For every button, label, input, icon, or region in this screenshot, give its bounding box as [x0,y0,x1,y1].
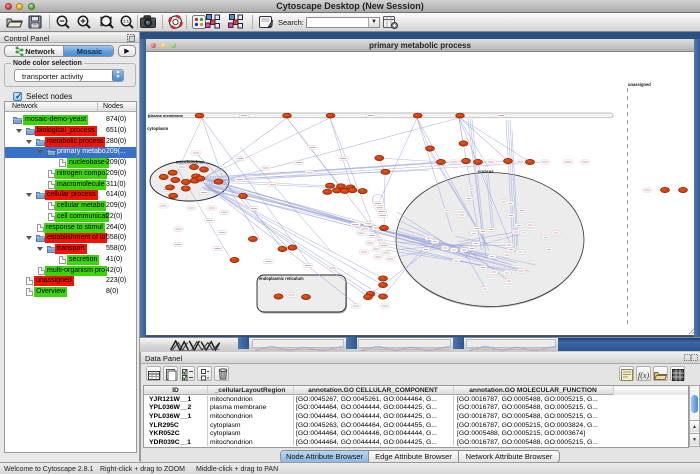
svg-text:1:1: 1:1 [123,19,130,24]
svg-text:plasma membrane: plasma membrane [148,113,184,118]
svg-text:mitochondrion: mitochondrion [176,160,205,165]
svg-text:unassigned: unassigned [628,82,651,87]
svg-text:f(x): f(x) [638,371,649,380]
svg-text:endoplasmic reticulum: endoplasmic reticulum [259,276,304,281]
svg-text:cytoplasm: cytoplasm [147,126,168,131]
